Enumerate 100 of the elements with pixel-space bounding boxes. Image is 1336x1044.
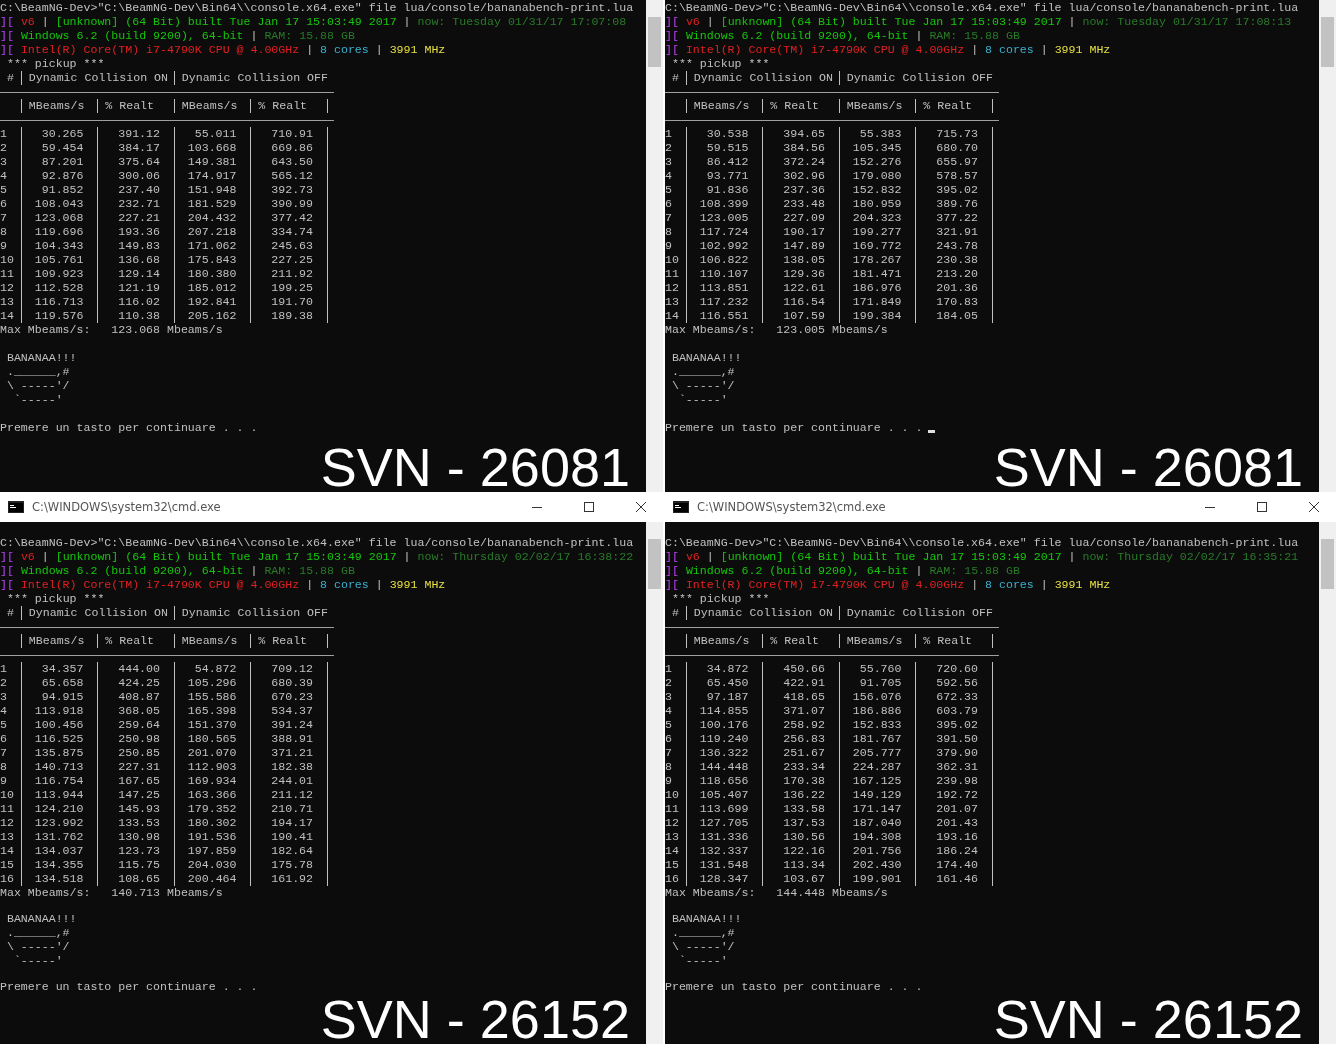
console-text: v6 [684, 550, 700, 563]
table-cell: 201.070 [187, 746, 237, 759]
table-cell: 171.849 [852, 295, 902, 308]
column-header: # [6, 606, 14, 619]
version-label: SVN - 26081 [993, 442, 1304, 492]
table-cell: 379.90 [936, 746, 978, 759]
table-cell: 193.36 [118, 225, 160, 238]
console-text: | [1039, 43, 1049, 56]
row-number: 4 [0, 169, 7, 182]
table-cell: 123.005 [699, 211, 749, 224]
row-number: 13 [665, 295, 679, 308]
console-text: ][ [665, 43, 679, 56]
console-text: ][ [665, 578, 679, 591]
row-number: 14 [0, 309, 14, 322]
row-number: 6 [0, 732, 7, 745]
table-cell: 140.713 [34, 760, 84, 773]
table-cell: 300.06 [118, 169, 160, 182]
table-cell: 181.471 [852, 267, 902, 280]
table-cell: 149.381 [187, 155, 237, 168]
row-number: 13 [0, 295, 14, 308]
prompt-text: Premere un tasto per continuare . . . [665, 421, 923, 434]
row-number: 12 [0, 816, 14, 829]
table-cell: 174.40 [936, 858, 978, 871]
window-title: C:\WINDOWS\system32\cmd.exe [697, 500, 887, 514]
ascii-art-text: BANANAA!!! [670, 912, 742, 925]
command-line: C:\BeamNG-Dev>"C:\BeamNG-Dev\Bin64\\console.x64.exe" file lua/console/bananabench-print.lua [0, 536, 634, 549]
column-header: # [6, 71, 14, 84]
table-cell: 100.456 [34, 718, 84, 731]
scrollbar-thumb[interactable] [1321, 539, 1334, 589]
console-text: [unknown] (64 Bit) built Tue Jan 17 15:03:49 2017 [55, 550, 397, 563]
row-number: 15 [0, 858, 14, 871]
table-cell: 389.76 [936, 197, 978, 210]
row-number: 9 [0, 239, 7, 252]
row-number: 1 [0, 662, 7, 675]
column-header: % Realt [770, 99, 820, 112]
column-header: MBeams/s [28, 99, 85, 112]
table-cell: 187.040 [852, 816, 902, 829]
table-cell: 182.64 [271, 844, 313, 857]
row-number: 12 [665, 816, 679, 829]
table-cell: 113.944 [34, 788, 84, 801]
table-cell: 105.345 [852, 141, 902, 154]
table-cell: 394.65 [783, 127, 825, 140]
table-cell: 108.043 [34, 197, 84, 210]
table-cell: 179.080 [852, 169, 902, 182]
console-text: ][ [665, 15, 679, 28]
ascii-art-text: `-----' [12, 393, 63, 406]
ascii-art-text: .______,# [5, 365, 70, 378]
table-cell: 87.201 [41, 155, 84, 168]
table-cell: 655.97 [936, 155, 978, 168]
row-number: 13 [665, 830, 679, 843]
scrollbar-thumb[interactable] [1321, 17, 1334, 67]
table-cell: 108.65 [118, 872, 160, 885]
table-cell: 105.761 [34, 253, 84, 266]
console-text: 3991 MHz [1054, 578, 1111, 591]
table-cell: 592.56 [936, 676, 978, 689]
console-text: | [40, 15, 50, 28]
table-cell: 122.16 [783, 844, 825, 857]
table-cell: 372.24 [783, 155, 825, 168]
scrollbar-thumb[interactable] [648, 539, 661, 589]
table-cell: 169.934 [187, 774, 237, 787]
row-number: 16 [0, 872, 14, 885]
table-cell: 54.872 [194, 662, 237, 675]
table-cell: 211.12 [271, 788, 313, 801]
table-cell: 134.518 [34, 872, 84, 885]
table-cell: 424.25 [118, 676, 160, 689]
table-cell: 175.843 [187, 253, 237, 266]
table-cell: 391.12 [118, 127, 160, 140]
row-number: 3 [0, 690, 7, 703]
table-cell: 161.46 [936, 872, 978, 885]
table-cell: 418.65 [783, 690, 825, 703]
table-cell: 250.98 [118, 732, 160, 745]
table-cell: 152.832 [852, 183, 902, 196]
column-header: Dynamic Collision OFF [181, 71, 328, 84]
table-cell: 391.24 [271, 718, 313, 731]
row-number: 9 [0, 774, 7, 787]
terminal-icon [8, 501, 24, 513]
table-cell: 211.92 [271, 267, 313, 280]
table-cell: 201.07 [936, 802, 978, 815]
row-number: 8 [0, 760, 7, 773]
console-text: RAM: 15.88 GB [264, 29, 355, 42]
console-text: | [40, 550, 50, 563]
table-cell: 114.855 [699, 704, 749, 717]
console-text: | [249, 564, 259, 577]
row-number: 7 [0, 746, 7, 759]
minimize-icon [532, 506, 542, 508]
table-cell: 256.83 [783, 732, 825, 745]
scrollbar-thumb[interactable] [648, 17, 661, 67]
table-cell: 104.343 [34, 239, 84, 252]
row-number: 11 [665, 267, 679, 280]
table-cell: 131.336 [699, 830, 749, 843]
console-text: Windows 6.2 (build 9200), 64-bit [684, 564, 909, 577]
row-number: 3 [0, 155, 7, 168]
table-cell: 112.528 [34, 281, 84, 294]
table-cell: 165.398 [187, 704, 237, 717]
table-cell: 116.02 [118, 295, 160, 308]
table-cell: 384.56 [783, 141, 825, 154]
window-title: C:\WINDOWS\system32\cmd.exe [32, 500, 222, 514]
table-cell: 191.70 [271, 295, 313, 308]
row-number: 4 [665, 704, 672, 717]
table-cell: 134.037 [34, 844, 84, 857]
